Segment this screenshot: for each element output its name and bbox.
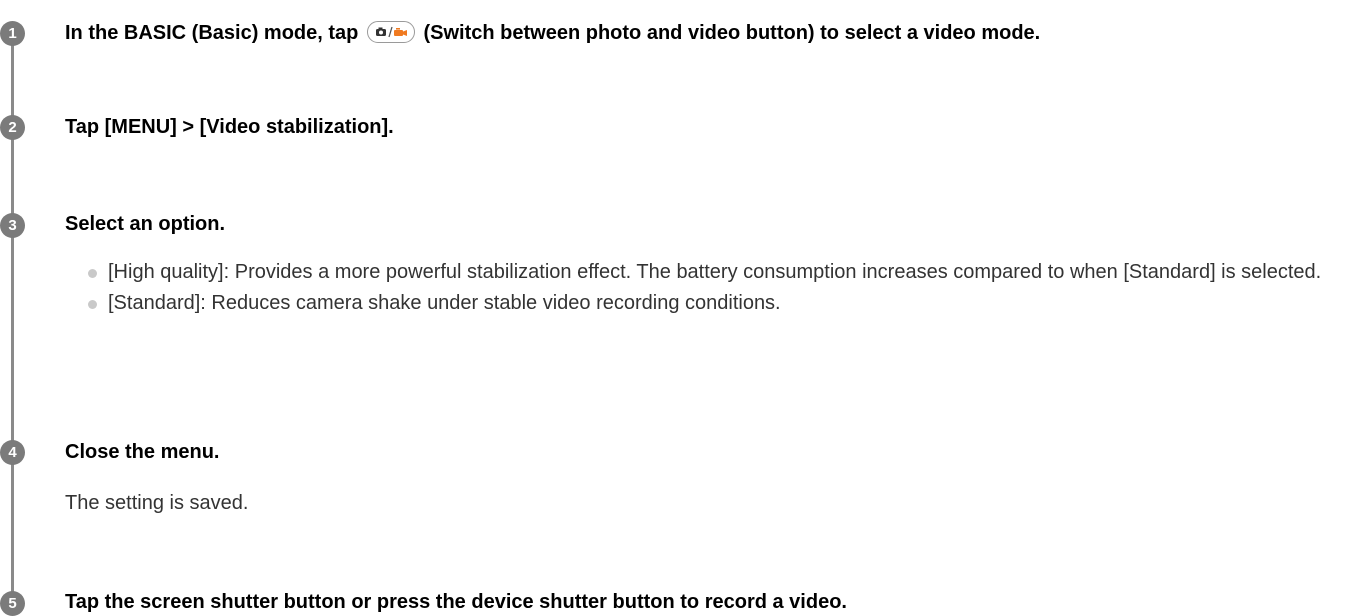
- list-item: [Standard]: Reduces camera shake under s…: [88, 288, 1343, 319]
- step-title-text: In the BASIC (Basic) mode, tap: [65, 22, 359, 44]
- step-title: Tap the screen shutter button or press t…: [65, 591, 847, 613]
- bullet-icon: [88, 269, 97, 278]
- photo-video-switch-icon: [366, 21, 415, 43]
- step-title: Tap [MENU] > [Video stabilization].: [65, 116, 394, 138]
- step-note: The setting is saved.: [65, 492, 249, 514]
- step-number-badge: 5: [0, 591, 25, 616]
- step-title: Select an option.: [65, 213, 226, 235]
- option-list: [High quality]: Provides a more powerful…: [88, 257, 1343, 319]
- step-number-badge: 2: [0, 115, 25, 140]
- step-number-badge: 3: [0, 213, 25, 238]
- option-text: [High quality]: Provides a more powerful…: [108, 261, 1322, 283]
- step-title: Close the menu.: [65, 441, 220, 463]
- option-text: [Standard]: Reduces camera shake under s…: [108, 292, 781, 314]
- step-number-badge: 1: [0, 21, 25, 46]
- step-title: In the BASIC (Basic) mode, tap (Switch b…: [65, 21, 1040, 45]
- list-item: [High quality]: Provides a more powerful…: [88, 257, 1343, 288]
- bullet-icon: [88, 300, 97, 309]
- step-title-text: (Switch between photo and video button) …: [423, 22, 1041, 44]
- photo-video-switch-icon-graphic: [375, 26, 407, 38]
- step-number-badge: 4: [0, 440, 25, 465]
